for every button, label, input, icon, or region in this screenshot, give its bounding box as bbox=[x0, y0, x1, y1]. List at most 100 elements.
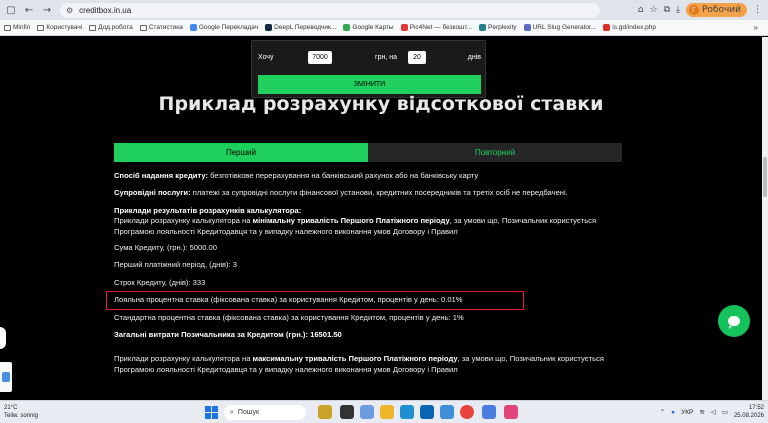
clock[interactable]: 17:52 25.08.2026 bbox=[734, 404, 764, 420]
bookmark-label: Minfin bbox=[13, 24, 31, 31]
docs-icon[interactable] bbox=[482, 405, 496, 419]
translate-icon[interactable]: ⌂ bbox=[638, 5, 644, 15]
toolbar-right: ⌂ ☆ ⧉ ⤓ Г Робочий ⋮ bbox=[638, 2, 762, 18]
start-icon[interactable] bbox=[205, 406, 218, 419]
photos-icon[interactable] bbox=[360, 405, 374, 419]
side-widget-tab[interactable] bbox=[0, 327, 6, 349]
bookmark-item[interactable]: Дод.робота bbox=[89, 24, 133, 31]
bookmark-item[interactable]: Perplexity bbox=[479, 24, 517, 31]
bookmark-item[interactable]: Google Карты bbox=[343, 24, 394, 31]
scrollbar-thumb[interactable] bbox=[763, 157, 767, 197]
google-translate-icon bbox=[189, 24, 197, 31]
address-bar[interactable]: ⚙ creditbox.in.ua bbox=[60, 3, 600, 18]
bookmark-label: Pic4Net — безкошт... bbox=[409, 24, 473, 31]
forward-icon[interactable]: → bbox=[40, 3, 54, 17]
file-explorer-icon[interactable] bbox=[318, 405, 332, 419]
back-icon[interactable]: ← bbox=[22, 3, 36, 17]
total-cost-line: Загальні витрати Позичальника за Кредито… bbox=[114, 330, 624, 340]
bookmark-star-icon[interactable]: ☆ bbox=[649, 5, 657, 15]
folder-icon bbox=[139, 24, 147, 31]
outlook-icon[interactable] bbox=[420, 405, 434, 419]
bookmark-label: Perplexity bbox=[488, 24, 517, 31]
days-input[interactable]: 20 bbox=[408, 50, 426, 64]
tab-first[interactable]: Перший bbox=[114, 143, 368, 162]
weather-temperature: 21°C bbox=[4, 405, 18, 411]
terms-content: Спосіб надання кредиту: безготівкове пер… bbox=[106, 171, 624, 382]
amount-input[interactable]: 7000 bbox=[308, 50, 332, 64]
antivirus-icon[interactable]: ● bbox=[671, 409, 675, 416]
standard-rate-line: Стандартна процентна ставка (фіксована с… bbox=[114, 312, 464, 322]
tab-switcher-icon[interactable]: ▢ bbox=[4, 3, 18, 17]
bookmarks-bar: Minfin Користувачі Дод.робота Статистика… bbox=[0, 20, 768, 36]
system-tray: ⌃ ● УКР ≋ ◁ ▭ 17:52 25.08.2026 bbox=[660, 404, 764, 420]
paint-icon[interactable] bbox=[440, 405, 454, 419]
examples-paragraph: Приклади результатів розрахунків калькул… bbox=[114, 206, 624, 237]
perplexity-icon bbox=[479, 24, 487, 31]
bookmark-label: is.gd/index.php bbox=[612, 24, 657, 31]
taskbar: 21°C Teilw. sonnig ⌕ Пошук ⌃ ● УКР ≋ ◁ ▭… bbox=[0, 400, 768, 423]
bookmark-label: DeepL Переводчик... bbox=[274, 24, 337, 31]
google-maps-icon bbox=[343, 24, 351, 31]
method-paragraph: Спосіб надання кредиту: безготівкове пер… bbox=[114, 171, 624, 181]
bookmark-item[interactable]: DeepL Переводчик... bbox=[265, 24, 336, 31]
tray-chevron-icon[interactable]: ⌃ bbox=[660, 408, 665, 416]
battery-icon[interactable]: ▭ bbox=[722, 408, 728, 416]
ex1-bold: мінімальну тривалість Першого Платіжного… bbox=[252, 216, 450, 226]
site-info-icon[interactable]: ⚙ bbox=[66, 6, 73, 15]
ex2-bold: максимальну тривалість Першого Платіжног… bbox=[252, 354, 458, 364]
bookmark-item[interactable]: Google Перекладач bbox=[189, 24, 258, 31]
bookmark-item[interactable]: Статистика bbox=[139, 24, 183, 31]
search-icon: ⌕ bbox=[230, 408, 234, 416]
examples-label: Приклади результатів розрахунків калькул… bbox=[114, 205, 302, 215]
language-indicator[interactable]: УКР bbox=[681, 409, 693, 416]
slack-icon[interactable] bbox=[504, 405, 518, 419]
bookmark-item[interactable]: Minfin bbox=[4, 24, 30, 31]
total-cost-text: Загальні витрати Позичальника за Кредито… bbox=[114, 330, 342, 340]
services-label: Супровідні послуги: bbox=[114, 188, 191, 198]
page-viewport: Хочу 7000 грн, на 20 днів ЗМІНИТИ Прикла… bbox=[0, 37, 762, 400]
wifi-icon[interactable]: ≋ bbox=[699, 408, 704, 416]
example2-paragraph: Приклади розрахунку калькулятора на макс… bbox=[114, 354, 624, 375]
download-icon[interactable]: ⤓ bbox=[676, 5, 680, 15]
loan-calculator: Хочу 7000 грн, на 20 днів ЗМІНИТИ bbox=[251, 40, 486, 98]
page-scrollbar[interactable] bbox=[762, 37, 768, 400]
bookmark-item[interactable]: URL Slug Generator... bbox=[523, 24, 597, 31]
bookmark-item[interactable]: Pic4Net — безкошт... bbox=[400, 24, 473, 31]
edge-icon[interactable] bbox=[400, 405, 414, 419]
volume-icon[interactable]: ◁ bbox=[711, 408, 716, 416]
bookmark-label: Дод.робота bbox=[98, 24, 133, 31]
profile-label: Робочий bbox=[701, 5, 741, 15]
extensions-icon[interactable]: ⧉ bbox=[664, 5, 670, 15]
deepl-icon bbox=[265, 24, 273, 31]
bookmark-label: Google Карты bbox=[352, 24, 394, 31]
change-button[interactable]: ЗМІНИТИ bbox=[258, 75, 481, 94]
taskbar-search[interactable]: ⌕ Пошук bbox=[224, 405, 306, 420]
first-period-line: Перший платіжний період, (днів): 3 bbox=[114, 260, 238, 270]
folder-icon[interactable] bbox=[380, 405, 394, 419]
chrome-icon[interactable] bbox=[460, 405, 474, 419]
folder-icon bbox=[37, 24, 45, 31]
weather-widget[interactable]: 21°C Teilw. sonnig bbox=[4, 404, 38, 420]
terminal-icon[interactable] bbox=[340, 405, 354, 419]
browser-toolbar: ▢ ← → ↻ ⚙ creditbox.in.ua ⌂ ☆ ⧉ ⤓ Г Робо… bbox=[0, 0, 768, 20]
calculator-row: Хочу 7000 грн, на 20 днів bbox=[258, 49, 481, 65]
tab-repeat[interactable]: Повторний bbox=[368, 143, 622, 162]
method-text: безготівкове перерахування на банківськи… bbox=[208, 171, 479, 180]
bookmark-label: Користувачі bbox=[46, 24, 83, 31]
services-paragraph: Супровідні послуги: платежі за супровідн… bbox=[114, 188, 624, 198]
services-text: платежі за супровідні послуги фінансової… bbox=[190, 188, 568, 198]
bookmark-label: URL Slug Generator... bbox=[532, 24, 597, 31]
slug-generator-icon bbox=[523, 24, 531, 31]
ex2-pre: Приклади розрахунку калькулятора на bbox=[114, 354, 253, 364]
highlight-box bbox=[106, 291, 524, 311]
currency-label: грн, на bbox=[375, 53, 397, 61]
method-label: Спосіб надання кредиту: bbox=[114, 171, 209, 180]
menu-icon[interactable]: ⋮ bbox=[753, 5, 762, 15]
bookmark-item[interactable]: is.gd/index.php bbox=[603, 24, 656, 31]
profile-button[interactable]: Г Робочий bbox=[685, 3, 747, 17]
chat-button[interactable] bbox=[718, 305, 750, 337]
pic4net-icon bbox=[400, 24, 408, 31]
folder-icon bbox=[4, 24, 11, 31]
bookmarks-overflow-icon[interactable]: » bbox=[754, 23, 758, 32]
bookmark-item[interactable]: Користувачі bbox=[37, 24, 82, 31]
